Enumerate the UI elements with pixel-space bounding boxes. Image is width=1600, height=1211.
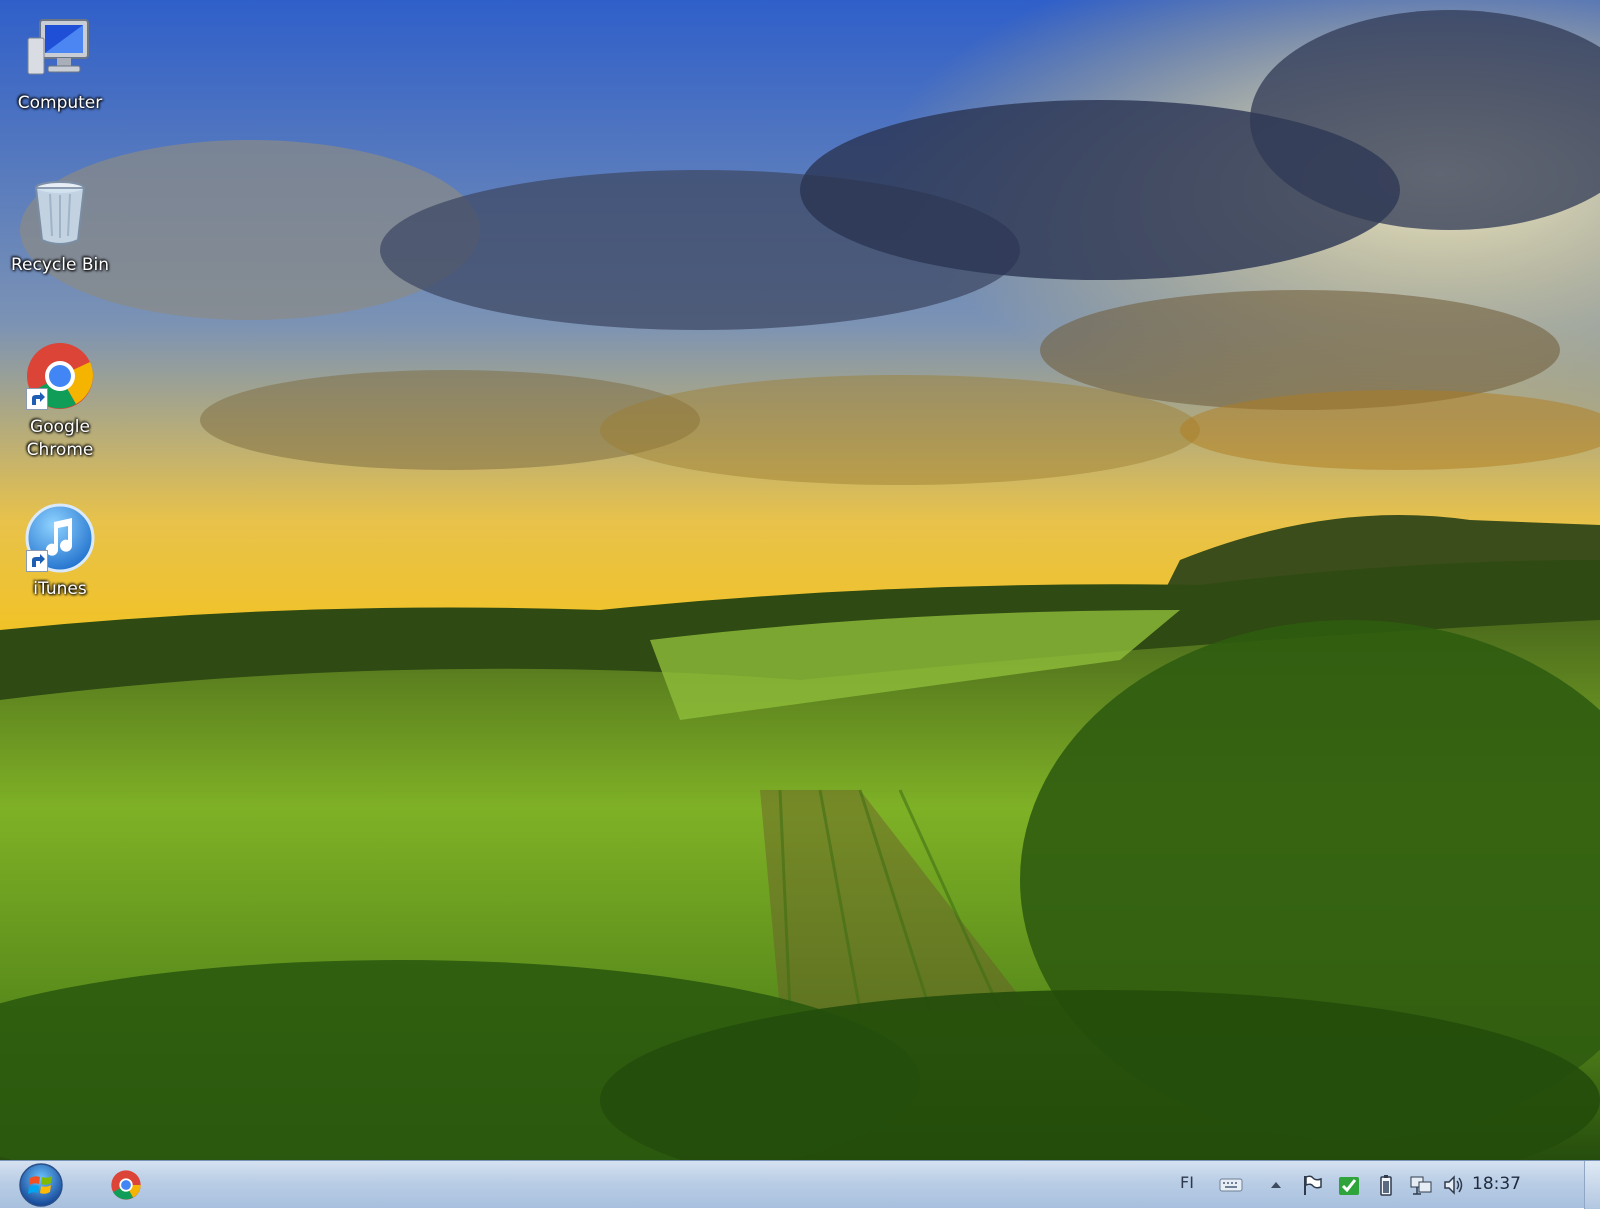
desktop-icon-label: Recycle Bin (10, 255, 109, 275)
show-hidden-icons-chevron-up-icon[interactable] (1264, 1173, 1288, 1197)
volume-icon[interactable] (1442, 1173, 1466, 1197)
language-indicator[interactable]: FI (1180, 1173, 1194, 1192)
desktop[interactable]: Computer Recycle Bin Google Chrome iTune… (0, 0, 1600, 1160)
network-icon[interactable] (1408, 1173, 1432, 1197)
recycle-bin-icon (24, 178, 96, 250)
wallpaper-landscape (0, 0, 1600, 1160)
google-chrome-icon (24, 340, 96, 412)
shortcut-arrow-icon (26, 550, 48, 572)
desktop-icon-recycle-bin[interactable]: Recycle Bin (2, 178, 118, 277)
desktop-icon-itunes[interactable]: iTunes (2, 502, 118, 601)
windows-logo-icon (19, 1163, 63, 1207)
itunes-icon (24, 502, 96, 574)
desktop-icon-computer[interactable]: Computer (2, 16, 118, 115)
clock[interactable]: 18:37 (1472, 1174, 1521, 1194)
google-chrome-icon (111, 1170, 141, 1200)
taskbar: FI 18:37 (0, 1160, 1600, 1209)
security-check-icon[interactable] (1336, 1173, 1360, 1197)
start-button[interactable] (12, 1163, 70, 1207)
taskbar-pinned-google-chrome[interactable] (110, 1169, 142, 1201)
keyboard-icon[interactable] (1218, 1173, 1243, 1197)
desktop-icon-label: Computer (17, 93, 103, 113)
desktop-icon-label: Google Chrome (26, 417, 94, 460)
show-desktop-button[interactable] (1584, 1161, 1600, 1209)
action-center-flag-icon[interactable] (1300, 1173, 1324, 1197)
shortcut-arrow-icon (26, 388, 48, 410)
desktop-icon-label: iTunes (33, 579, 87, 599)
desktop-icon-google-chrome[interactable]: Google Chrome (2, 340, 118, 462)
computer-icon (24, 16, 96, 88)
battery-icon[interactable] (1374, 1173, 1398, 1197)
system-tray: FI 18:37 (1150, 1161, 1600, 1209)
